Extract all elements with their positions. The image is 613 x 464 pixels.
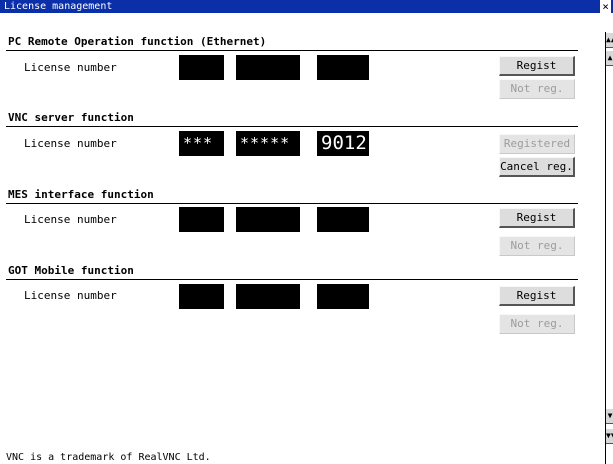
trademark-note: VNC is a trademark of RealVNC Ltd. — [6, 452, 211, 463]
close-icon[interactable]: × — [600, 0, 611, 13]
window-title: License management — [4, 1, 113, 12]
down-arrow-icon[interactable]: ▼ — [606, 408, 613, 424]
section-heading-vnc: VNC server function — [8, 111, 134, 124]
license-field-3[interactable] — [317, 207, 369, 232]
regist-button-got-mobile[interactable]: Regist — [499, 286, 575, 306]
license-field-1[interactable] — [179, 55, 224, 80]
section-divider — [6, 50, 578, 51]
vertical-scrollbar[interactable]: ▲▲ ▲ ▼ ▼▼ — [605, 32, 613, 464]
section-divider — [6, 203, 578, 204]
license-field-1[interactable]: *** — [179, 131, 224, 156]
license-field-1[interactable] — [179, 284, 224, 309]
section-heading-got-mobile: GOT Mobile function — [8, 264, 134, 277]
regist-button-mes[interactable]: Regist — [499, 208, 575, 228]
section-divider — [6, 126, 578, 127]
license-field-2[interactable] — [236, 207, 300, 232]
double-down-arrow-icon[interactable]: ▼▼ — [606, 428, 613, 444]
license-field-3[interactable] — [317, 284, 369, 309]
registered-button-vnc[interactable]: Registered — [499, 134, 575, 154]
section-heading-mes: MES interface function — [8, 188, 154, 201]
license-number-label: License number — [24, 61, 117, 74]
license-field-3[interactable]: 9012 — [317, 131, 369, 156]
license-field-2[interactable] — [236, 284, 300, 309]
cancel-reg-button-vnc[interactable]: Cancel reg. — [499, 157, 575, 177]
license-number-label: License number — [24, 213, 117, 226]
not-reg-button-got-mobile[interactable]: Not reg. — [499, 314, 575, 334]
double-up-arrow-icon[interactable]: ▲▲ — [606, 32, 613, 48]
license-number-label: License number — [24, 137, 117, 150]
not-reg-button-pc-remote[interactable]: Not reg. — [499, 79, 575, 99]
license-field-1[interactable] — [179, 207, 224, 232]
license-field-2[interactable] — [236, 55, 300, 80]
license-field-3[interactable] — [317, 55, 369, 80]
license-field-2[interactable]: ***** — [236, 131, 300, 156]
not-reg-button-mes[interactable]: Not reg. — [499, 236, 575, 256]
section-heading-pc-remote: PC Remote Operation function (Ethernet) — [8, 35, 267, 48]
section-divider — [6, 279, 578, 280]
license-number-label: License number — [24, 289, 117, 302]
regist-button-pc-remote[interactable]: Regist — [499, 56, 575, 76]
title-bar: License management × — [0, 0, 613, 13]
up-arrow-icon[interactable]: ▲ — [606, 50, 613, 66]
